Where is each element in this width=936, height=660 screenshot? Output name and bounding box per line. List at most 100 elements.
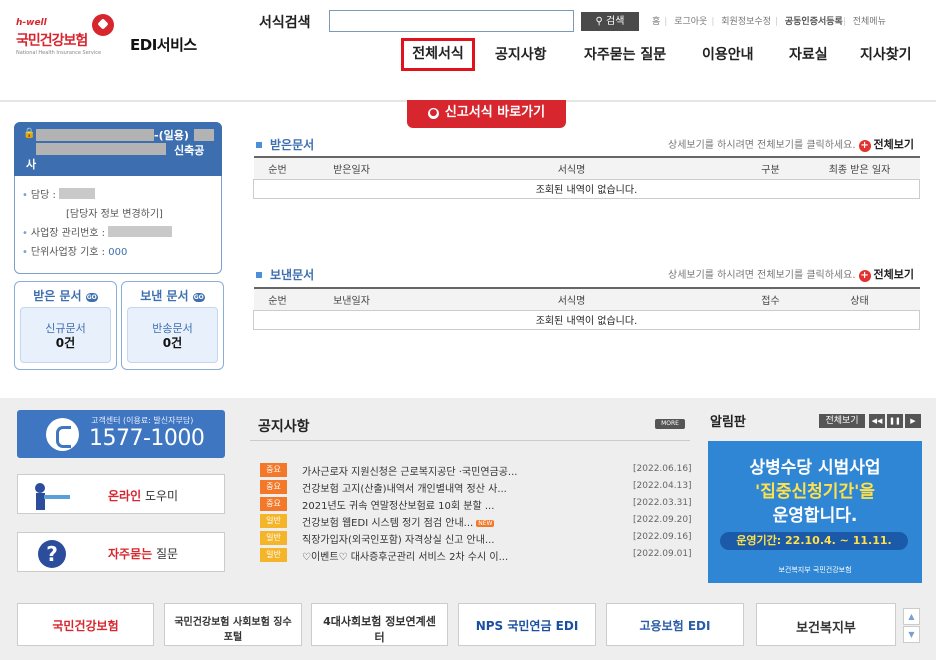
online-help-rest: 도우미 [141, 489, 179, 503]
new-badge: NEW [476, 520, 495, 527]
nav-faq[interactable]: 자주묻는 질문 [584, 44, 666, 64]
heart-logo-icon [92, 14, 114, 36]
nav-notice[interactable]: 공지사항 [495, 44, 547, 64]
util-logout[interactable]: 로그아웃 [674, 17, 707, 27]
notice-item[interactable]: 중요 2021년도 귀속 연말정산보험료 10회 분할 ... [2022.03.3… [260, 496, 692, 513]
notice-item[interactable]: 일반 ♡이벤트♡ 대사증후군관리 서비스 2차 수시 이... [2022.09.0… [260, 547, 692, 564]
footer-mohw-logo[interactable]: 보건복지부 [756, 603, 896, 646]
document-summary: 받은 문서 GO 신규문서 0건 보낸 문서 GO 반송문서 0건 [14, 281, 224, 371]
nav-library[interactable]: 자료실 [789, 44, 828, 64]
banner-line1: 상병수당 시범사업 [749, 458, 881, 478]
notice-date: [2022.03.31] [633, 498, 692, 508]
notice-text-label: 건강보험 고지(산출)내역서 개인별내역 정산 사... [302, 484, 507, 495]
notice-text-label: ♡이벤트♡ 대사증후군관리 서비스 2차 수시 이... [302, 552, 509, 563]
sent-table: 순번 보낸일자 서식명 접수 상태 조회된 내역이 없습니다. [253, 287, 920, 330]
banner-line2: '집중신청기간'을 [708, 477, 922, 502]
bullet-icon [256, 272, 262, 278]
notice-text[interactable]: 건강보험 고지(산출)내역서 개인별내역 정산 사... [302, 480, 507, 495]
service-name: EDI서비스 [130, 36, 197, 54]
notice-item[interactable]: 중요 건강보험 고지(산출)내역서 개인별내역 정산 사... [2022.04.1… [260, 479, 692, 496]
notice-text-label: 가사근로자 지원신청은 근로복지공단 ·국민연금공... [302, 467, 518, 478]
banner-footer: 보건복지부 국민건강보험 [778, 566, 852, 574]
sent-docs-title: 보낸 문서 [140, 289, 189, 303]
company-name-suffix: -(일용) [154, 129, 189, 142]
col-last-received: 최종 받은 일자 [799, 156, 920, 180]
new-docs-label: 신규문서 [45, 322, 86, 335]
notice-more-button[interactable]: MORE [655, 419, 685, 429]
plus-circle-icon: + [858, 270, 871, 282]
arrow-circle-icon: ● [427, 108, 439, 119]
notice-item[interactable]: 일반 직장가입자(외국인포함) 자격상실 신고 안내... [2022.09.16] [260, 530, 692, 547]
footer-employment-edi-logo[interactable]: 고용보험 EDI [606, 603, 744, 646]
footer-nhis-logo[interactable]: 국민건강보험 [17, 603, 154, 646]
user-info: • 담당 : [담당자 정보 변경하기] • 사업장 관리번호 : • 단위사업장 기… [22, 186, 173, 262]
search-button-label: 검색 [606, 16, 625, 27]
scroll-up-icon[interactable]: ▲ [903, 608, 920, 625]
notice-text[interactable]: 가사근로자 지원신청은 근로복지공단 ·국민연금공... [302, 463, 517, 478]
sent-section-title: 보낸문서 [256, 266, 314, 283]
footer-4insurance-logo[interactable]: 4대사회보험 정보연계센터 [311, 603, 448, 646]
sent-view-all-link[interactable]: 전체보기 [874, 268, 914, 281]
banner-line2-text: '집중신청기간'을 [755, 482, 875, 502]
util-all-menu[interactable]: 전체메뉴 [853, 17, 886, 27]
notice-date: [2022.04.13] [633, 481, 692, 491]
company-name-line3: 사 [26, 158, 37, 171]
unit-value: 000 [108, 247, 128, 258]
search-button[interactable]: ⚲ 검색 [581, 12, 639, 31]
unit-label: 단위사업장 기호 : [30, 247, 106, 258]
util-cert-register[interactable]: 공동인증서등록 [785, 17, 843, 27]
nav-branch-find[interactable]: 지사찾기 [860, 44, 912, 64]
col-form-name: 서식명 [401, 287, 742, 311]
received-section-title: 받은문서 [256, 136, 314, 153]
notice-text[interactable]: 2021년도 귀속 연말정산보험료 10회 분할 ... [302, 497, 494, 512]
notice-text[interactable]: 건강보험 웹EDI 시스템 정기 점검 안내... NEW [302, 514, 495, 529]
logo-text: 국민건강보험 [16, 33, 88, 49]
notice-item[interactable]: 중요 가사근로자 지원신청은 근로복지공단 ·국민연금공... [2022.06.1… [260, 462, 692, 479]
customer-center-banner[interactable]: 고객센터 (이용료: 발신자부담) 1577-1000 [17, 410, 225, 458]
new-docs-count: 0건 [55, 336, 76, 350]
biz-no-masked [108, 226, 173, 237]
sent-go-button[interactable]: GO [192, 293, 205, 302]
pause-icon[interactable]: ❚❚ [887, 414, 903, 428]
notice-date: [2022.06.16] [633, 464, 692, 474]
company-name-masked-3 [36, 143, 166, 155]
manager-change-link[interactable]: [담당자 정보 변경하기] [22, 205, 172, 224]
nhis-logo[interactable]: h-well 국민건강보험 National Health Insurance … [16, 14, 114, 58]
footer-nps-edi-logo[interactable]: NPS 국민연금 EDI [458, 603, 596, 646]
faq-button[interactable]: ? 자주묻는 질문 [17, 532, 225, 572]
prev-icon[interactable]: ◀◀ [869, 414, 885, 428]
notice-text[interactable]: ♡이벤트♡ 대사증후군관리 서비스 2차 수시 이... [302, 548, 508, 563]
nav-all-forms[interactable]: 전체서식 [401, 38, 475, 71]
plus-circle-icon: + [858, 140, 871, 152]
notice-date: [2022.09.20] [633, 515, 692, 525]
quick-report-forms-button[interactable]: ● 신고서식 바로가기 [407, 100, 566, 128]
biz-no-label: 사업장 관리번호 : [30, 228, 106, 239]
received-go-button[interactable]: GO [85, 293, 98, 302]
question-icon: ? [38, 540, 66, 568]
notice-tag: 중요 [260, 497, 287, 511]
notice-item[interactable]: 일반 건강보험 웹EDI 시스템 정기 점검 안내... NEW [2022.09.2… [260, 513, 692, 530]
notice-tag: 일반 [260, 514, 287, 528]
col-received-date: 받은일자 [301, 156, 402, 180]
search-label: 서식검색 [259, 15, 311, 31]
returned-docs-count: 0건 [162, 336, 183, 350]
received-view-all-link[interactable]: 전체보기 [874, 138, 914, 151]
user-panel-header: 🔒 -(일용) 신축공 사 [14, 122, 222, 176]
next-icon[interactable]: ▶ [905, 414, 921, 428]
new-docs-box[interactable]: 신규문서 0건 [20, 307, 111, 363]
banner-period: 운영기간: 22.10.4. ~ 11.11. [720, 532, 908, 550]
alim-banner[interactable]: 상병수당 시범사업 '집중신청기간'을 운영합니다. 운영기간: 22.10.4… [708, 441, 922, 583]
util-home[interactable]: 홈 [652, 17, 660, 27]
faq-rest: 질문 [152, 547, 179, 561]
returned-docs-box[interactable]: 반송문서 0건 [127, 307, 218, 363]
util-member-edit[interactable]: 회원정보수정 [721, 17, 771, 27]
search-input[interactable] [329, 10, 574, 32]
footer-collection-portal-logo[interactable]: 국민건강보험 사회보험 징수포털 [164, 603, 302, 646]
nav-guide[interactable]: 이용안내 [702, 44, 754, 64]
received-empty-row: 조회된 내역이 없습니다. [253, 179, 920, 199]
lock-icon: 🔒 [23, 128, 36, 139]
online-help-button[interactable]: 온라인 도우미 [17, 474, 225, 514]
scroll-down-icon[interactable]: ▼ [903, 626, 920, 643]
notice-text[interactable]: 직장가입자(외국인포함) 자격상실 신고 안내... [302, 531, 494, 546]
alim-view-all-button[interactable]: 전체보기 [819, 414, 865, 428]
